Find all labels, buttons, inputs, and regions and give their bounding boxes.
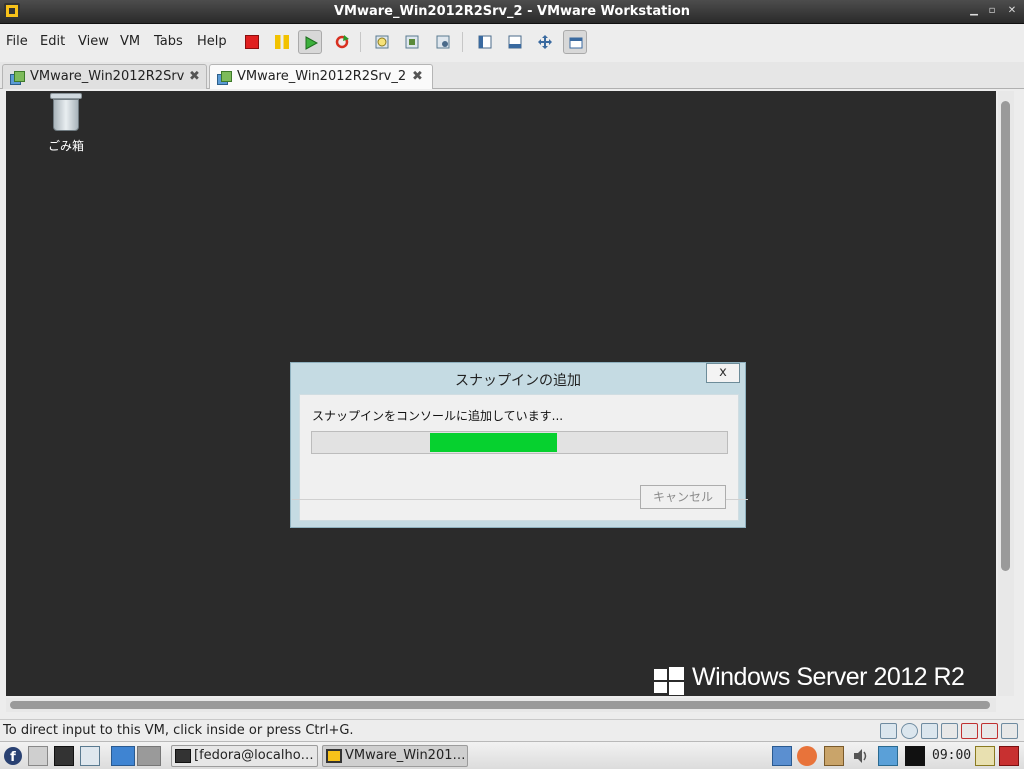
notification-icon[interactable] bbox=[975, 746, 995, 766]
close-window-icon[interactable]: ✕ bbox=[1004, 3, 1020, 19]
show-library-button[interactable] bbox=[473, 30, 497, 54]
suspend-button[interactable] bbox=[270, 30, 294, 54]
revert-snapshot-button[interactable] bbox=[400, 30, 424, 54]
unity-button[interactable] bbox=[563, 30, 587, 54]
vmware-icon bbox=[326, 749, 342, 763]
fedora-menu-icon[interactable]: f bbox=[3, 746, 23, 766]
snapshot-manager-button[interactable] bbox=[431, 30, 455, 54]
reset-button[interactable] bbox=[330, 30, 354, 54]
recycle-bin-label: ごみ箱 bbox=[47, 139, 84, 153]
thumbnail-bar-button[interactable] bbox=[503, 30, 527, 54]
taskbar-item-label: [fedora@localho… bbox=[194, 748, 314, 763]
vm-area: ごみ箱 スナップインの追加 x スナップインをコンソールに追加しています... … bbox=[0, 89, 1024, 719]
menu-view[interactable]: View bbox=[78, 34, 109, 49]
close-tab-icon[interactable]: ✖ bbox=[412, 69, 423, 84]
sound-disconnected-icon[interactable] bbox=[981, 723, 998, 739]
sidebar-icon bbox=[478, 35, 492, 49]
input-method-icon[interactable] bbox=[797, 746, 817, 766]
minimize-icon[interactable]: ▁ bbox=[966, 3, 982, 19]
menu-toolbar: File Edit View VM Tabs Help bbox=[0, 24, 1024, 60]
vm-icon bbox=[10, 71, 25, 85]
vertical-scroll-thumb[interactable] bbox=[1001, 101, 1010, 571]
windows-logo-icon bbox=[654, 666, 684, 695]
clock[interactable]: 09:00 bbox=[932, 748, 971, 763]
progress-bar bbox=[311, 431, 728, 454]
title-bar[interactable]: VMware_Win2012R2Srv_2 - VMware Workstati… bbox=[0, 0, 1024, 24]
recycle-bin-icon bbox=[49, 93, 83, 133]
power-on-button[interactable] bbox=[298, 30, 322, 54]
dialog-message: スナップインをコンソールに追加しています... bbox=[312, 409, 564, 423]
usb-disconnected-icon[interactable] bbox=[961, 723, 978, 739]
snapshot-button[interactable] bbox=[370, 30, 394, 54]
taskbar-item-label: VMware_Win201… bbox=[345, 748, 466, 763]
snapshot-manager-icon bbox=[436, 35, 450, 49]
taskbar-item-vmware[interactable]: VMware_Win201… bbox=[322, 745, 468, 767]
tab-label: VMware_Win2012R2Srv_2 bbox=[237, 69, 407, 84]
menu-vm[interactable]: VM bbox=[120, 34, 140, 49]
dialog-body: スナップインをコンソールに追加しています... キャンセル bbox=[292, 394, 748, 521]
stop-icon bbox=[245, 35, 259, 49]
vm-console[interactable]: ごみ箱 スナップインの追加 x スナップインをコンソールに追加しています... … bbox=[6, 91, 996, 696]
hard-disk-icon[interactable] bbox=[880, 723, 897, 739]
show-desktop-icon[interactable] bbox=[80, 746, 100, 766]
message-log-icon[interactable] bbox=[1001, 723, 1018, 739]
status-bar: To direct input to this VM, click inside… bbox=[0, 719, 1024, 741]
power-off-button[interactable] bbox=[240, 30, 264, 54]
revert-snapshot-icon bbox=[405, 35, 419, 49]
svg-text:f: f bbox=[10, 750, 16, 765]
logout-icon[interactable] bbox=[999, 746, 1019, 766]
desktop-taskbar: f [fedora@localho… VMware_Win201… 09:00 bbox=[0, 741, 1024, 769]
status-message: To direct input to this VM, click inside… bbox=[3, 723, 354, 738]
dropbox-icon[interactable] bbox=[905, 746, 925, 766]
thumbnail-bar-icon bbox=[508, 35, 522, 49]
toolbar-separator bbox=[462, 32, 463, 52]
play-icon bbox=[305, 36, 318, 50]
progress-chunk bbox=[430, 433, 557, 452]
toolbar-separator bbox=[360, 32, 361, 52]
menu-edit[interactable]: Edit bbox=[40, 34, 65, 49]
menu-help[interactable]: Help bbox=[197, 34, 227, 49]
tab-vm-1[interactable]: VMware_Win2012R2Srv ✖ bbox=[2, 64, 207, 89]
close-tab-icon[interactable]: ✖ bbox=[189, 69, 200, 84]
printer-icon[interactable] bbox=[941, 723, 958, 739]
clock-snapshot-icon bbox=[375, 35, 389, 49]
terminal-icon bbox=[175, 749, 191, 763]
add-snapin-dialog: スナップインの追加 x スナップインをコンソールに追加しています... キャンセ… bbox=[290, 362, 748, 528]
dialog-close-button[interactable]: x bbox=[706, 363, 740, 383]
dialog-title: スナップインの追加 bbox=[455, 373, 581, 389]
volume-icon[interactable] bbox=[851, 746, 871, 766]
vertical-scrollbar[interactable] bbox=[998, 91, 1014, 696]
recycle-bin[interactable]: ごみ箱 bbox=[36, 93, 96, 154]
files-icon[interactable] bbox=[28, 746, 48, 766]
cancel-button[interactable]: キャンセル bbox=[640, 485, 726, 509]
horizontal-scrollbar[interactable] bbox=[6, 698, 996, 712]
workspace-1[interactable] bbox=[111, 746, 135, 766]
refresh-icon bbox=[335, 35, 349, 49]
clipboard-icon[interactable] bbox=[824, 746, 844, 766]
console-view-icon bbox=[569, 37, 583, 49]
network-manager-icon[interactable] bbox=[772, 746, 792, 766]
tab-label: VMware_Win2012R2Srv bbox=[30, 69, 185, 84]
pause-icon bbox=[275, 35, 289, 49]
menu-file[interactable]: File bbox=[6, 34, 28, 49]
windows-server-text: Windows Server 2012 R2 bbox=[692, 663, 965, 691]
vm-tabs: VMware_Win2012R2Srv ✖ VMware_Win2012R2Sr… bbox=[0, 62, 1024, 90]
taskbar-item-terminal[interactable]: [fedora@localho… bbox=[171, 745, 318, 767]
vmware-tray-icon[interactable] bbox=[878, 746, 898, 766]
terminal-launcher-icon[interactable] bbox=[54, 746, 74, 766]
tab-vm-2[interactable]: VMware_Win2012R2Srv_2 ✖ bbox=[209, 64, 433, 90]
horizontal-scroll-thumb[interactable] bbox=[10, 701, 990, 709]
vm-icon bbox=[217, 71, 232, 85]
menu-tabs[interactable]: Tabs bbox=[154, 34, 183, 49]
maximize-icon[interactable]: ▫ bbox=[984, 3, 1000, 19]
window-title: VMware_Win2012R2Srv_2 - VMware Workstati… bbox=[333, 4, 690, 19]
workspace-2[interactable] bbox=[137, 746, 161, 766]
network-adapter-icon[interactable] bbox=[921, 723, 938, 739]
cd-drive-icon[interactable] bbox=[901, 723, 918, 739]
full-screen-button[interactable] bbox=[533, 30, 557, 54]
full-screen-icon bbox=[538, 35, 552, 49]
